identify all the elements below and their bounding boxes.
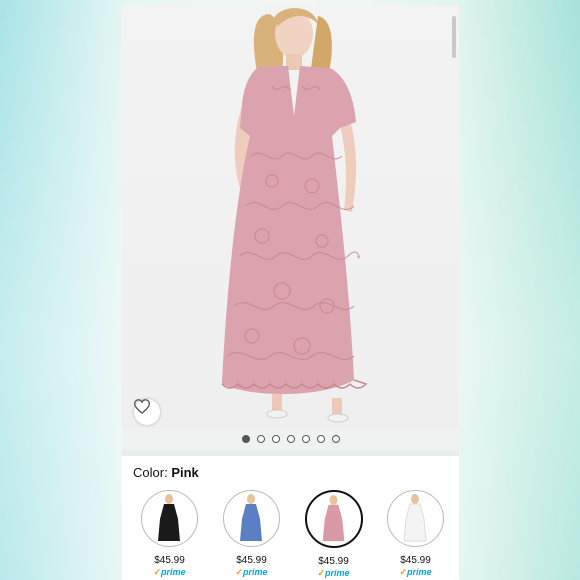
heart-icon — [134, 399, 150, 414]
carousel-dot[interactable] — [301, 435, 310, 443]
swatch-price: $45.99 — [318, 556, 349, 567]
swatch-white[interactable]: $45.99 ✓prime — [381, 490, 450, 579]
color-label: Color: Pink — [133, 465, 199, 480]
carousel-dot[interactable] — [241, 435, 250, 443]
carousel-dot[interactable] — [331, 435, 340, 443]
swatch-price: $45.99 — [236, 555, 267, 566]
carousel-dot[interactable] — [271, 435, 280, 443]
prime-badge: ✓prime — [235, 567, 268, 577]
product-page: Color: Pink $45.99 ✓prime $45.99 ✓prime … — [122, 6, 459, 580]
selected-color-name: Pink — [171, 465, 199, 480]
carousel-dot[interactable] — [316, 435, 325, 443]
section-divider — [122, 450, 459, 456]
swatch-blue[interactable]: $45.99 ✓prime — [217, 490, 286, 579]
swatch-thumbnail[interactable] — [141, 490, 198, 547]
carousel-dot[interactable] — [256, 435, 265, 443]
swatch-price: $45.99 — [400, 555, 431, 566]
image-carousel-dots — [122, 432, 459, 446]
prime-badge: ✓prime — [153, 567, 186, 577]
wishlist-button[interactable] — [134, 399, 160, 425]
carousel-dot[interactable] — [286, 435, 295, 443]
swatch-price: $45.99 — [154, 555, 185, 566]
swatch-black[interactable]: $45.99 ✓prime — [135, 490, 204, 579]
swatch-thumbnail[interactable] — [304, 490, 363, 548]
swatch-thumbnail[interactable] — [223, 490, 280, 547]
prime-badge: ✓prime — [317, 568, 350, 578]
color-label-prefix: Color: — [133, 465, 168, 480]
swatch-thumbnail[interactable] — [387, 490, 444, 547]
scrollbar[interactable] — [452, 16, 456, 58]
swatch-pink[interactable]: $45.99 ✓prime — [299, 490, 368, 579]
product-main-image[interactable] — [122, 6, 459, 428]
color-swatch-list: $45.99 ✓prime $45.99 ✓prime $45.99 ✓prim… — [122, 490, 459, 579]
prime-badge: ✓prime — [399, 567, 432, 577]
